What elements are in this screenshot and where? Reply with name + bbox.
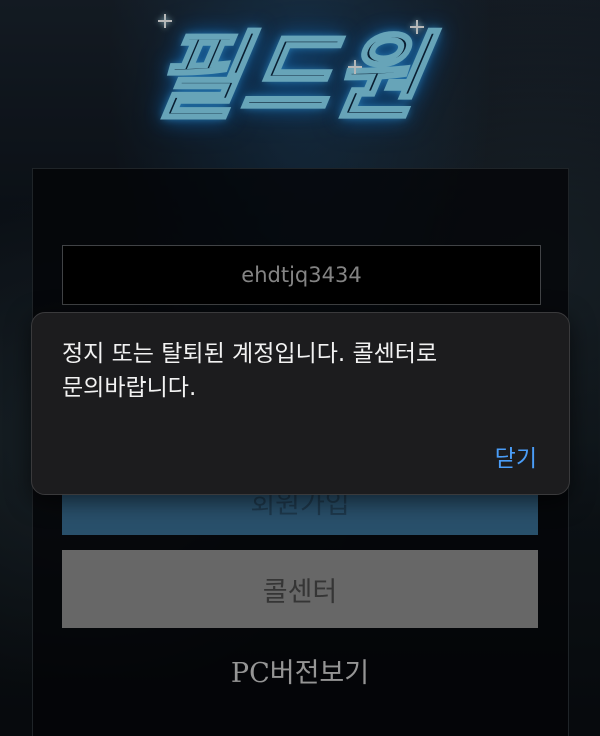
alert-close-button[interactable]: 닫기	[495, 439, 537, 473]
alert-dialog: 정지 또는 탈퇴된 계정입니다. 콜센터로 문의바랍니다. 닫기	[31, 312, 570, 495]
alert-message: 정지 또는 탈퇴된 계정입니다. 콜센터로 문의바랍니다.	[62, 341, 438, 401]
login-page: 필드원 회원가입 콜센터 PC버전보기 정지 또는 탈퇴된 계정입니다. 콜센터…	[0, 0, 600, 736]
